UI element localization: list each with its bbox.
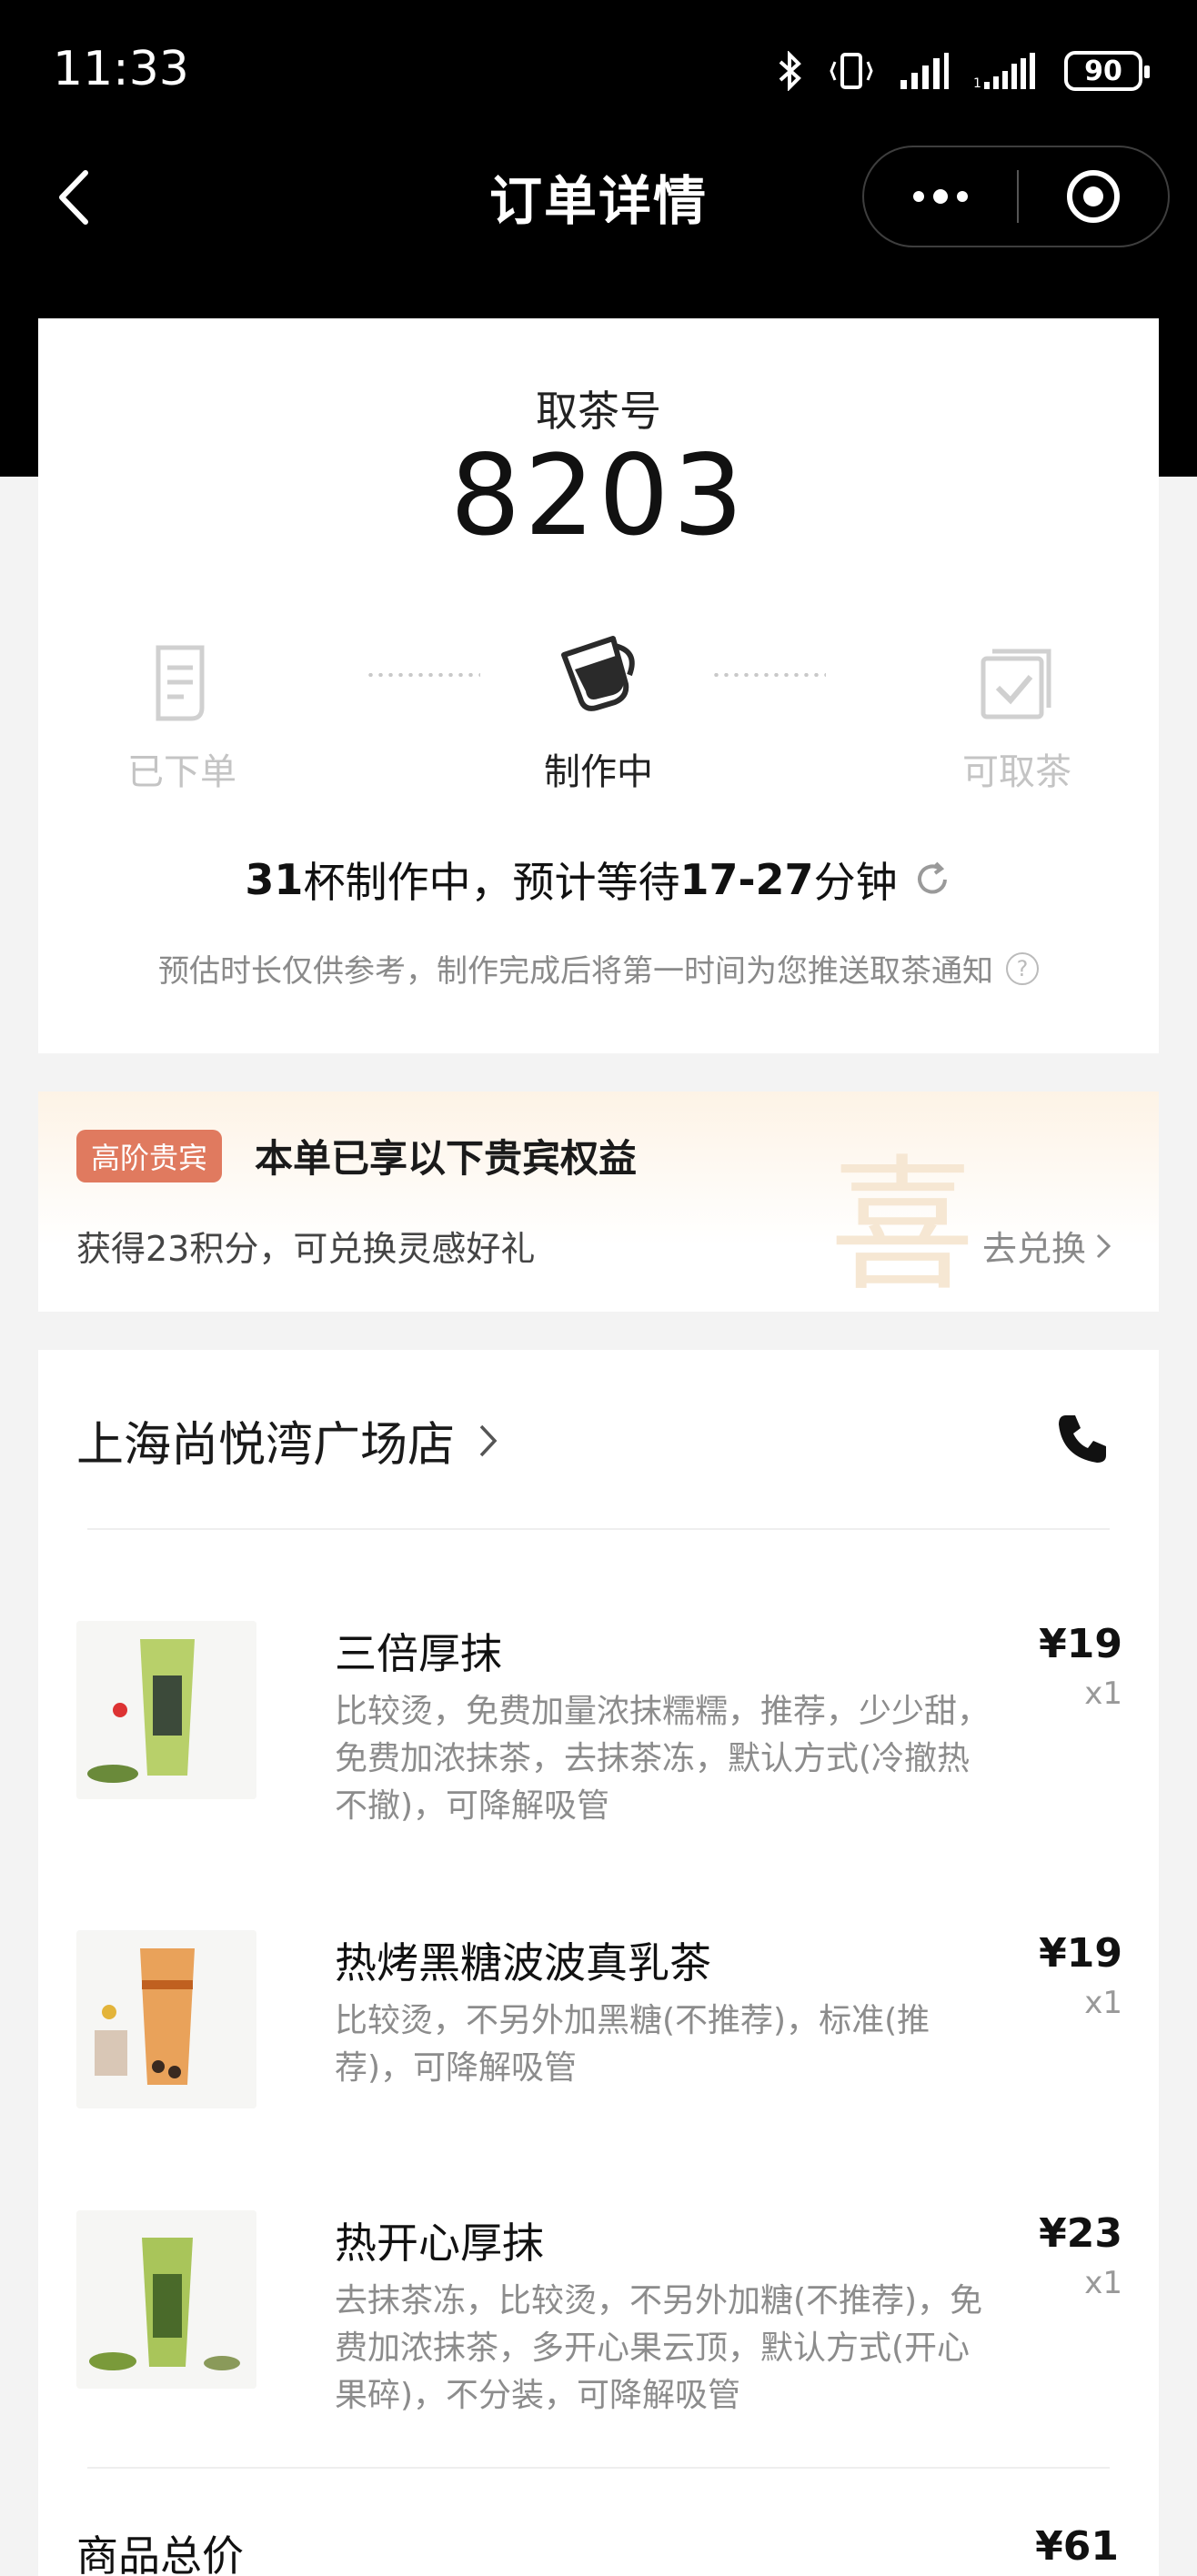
pickup-number: 8203 xyxy=(449,431,748,560)
step-ready: 可取茶 xyxy=(908,633,1126,795)
wait-unit: 分钟 xyxy=(813,858,898,907)
order-item: 热开心厚抹 去抹茶冻，比较烫，不另外加糖(不推荐)，免费加浓抹茶，多开心果云顶，… xyxy=(76,2210,1122,2429)
item-options: 比较烫，不另外加黑糖(不推荐)，标准(推荐)，可降解吸管 xyxy=(335,2002,930,2087)
redeem-label: 去兑换 xyxy=(981,1229,1086,1269)
step-connector xyxy=(711,673,826,677)
signal-icon xyxy=(900,53,949,89)
order-item: 热烤黑糖波波真乳茶 比较烫，不另外加黑糖(不推荐)，标准(推荐)，可降解吸管 ¥… xyxy=(76,1930,1122,2130)
step-label: 可取茶 xyxy=(962,751,1071,793)
help-icon[interactable]: ? xyxy=(1006,951,1039,985)
vip-points: 获得23积分，可兑换灵感好礼 xyxy=(76,1229,536,1269)
vibrate-icon xyxy=(830,53,873,89)
chevron-right-icon xyxy=(479,1424,498,1456)
item-options: 比较烫，免费加量浓抹糯糯，推荐，少少甜，免费加浓抹茶，去抹茶冻，默认方式(冷撤热… xyxy=(335,1693,991,1825)
nav-bar: 订单详情 xyxy=(0,146,1197,255)
dot-icon xyxy=(933,189,948,204)
step-connector xyxy=(366,673,480,677)
redeem-link[interactable]: 去兑换 xyxy=(982,1221,1113,1271)
total-price: ¥61 xyxy=(1035,2523,1119,2570)
step-label: 已下单 xyxy=(127,751,236,793)
bluetooth-icon xyxy=(779,51,801,91)
item-price: ¥19 xyxy=(1039,1930,1122,1977)
receipt-icon xyxy=(156,645,205,721)
product-image xyxy=(76,2210,256,2389)
target-icon xyxy=(1067,170,1120,223)
vip-card: 喜 高阶贵宾 本单已享以下贵宾权益 获得23积分，可兑换灵感好礼 去兑换 xyxy=(38,1092,1159,1312)
step-making: 制作中 xyxy=(489,633,708,795)
order-card: 上海尚悦湾广场店 三倍厚抹 比较烫，免费加量浓抹糯糯，推荐，少少甜，免费加浓抹茶… xyxy=(38,1350,1159,2576)
vip-badge: 高阶贵宾 xyxy=(76,1130,223,1182)
divider xyxy=(87,1528,1110,1530)
item-price: ¥23 xyxy=(1039,2210,1122,2257)
step-ordered: 已下单 xyxy=(73,633,291,795)
refresh-icon[interactable] xyxy=(912,860,952,900)
miniprogram-capsule xyxy=(862,146,1170,247)
wait-info: 31 杯制作中，预计等待 17-27 分钟 xyxy=(38,850,1159,910)
phone-icon[interactable] xyxy=(1053,1410,1112,1468)
more-button[interactable] xyxy=(864,147,1017,246)
cups-count: 31 xyxy=(245,855,304,904)
status-bar: 11:33 1 90 xyxy=(0,0,1197,146)
status-time: 11:33 xyxy=(53,42,189,96)
wait-range: 17-27 xyxy=(679,855,814,904)
item-name: 热开心厚抹 xyxy=(335,2219,544,2268)
battery-level: 90 xyxy=(1084,55,1122,87)
product-image xyxy=(76,1621,256,1799)
cups-suffix: 杯制作中，预计等待 xyxy=(303,858,680,907)
dot-icon xyxy=(957,191,968,202)
pickup-label: 取茶号 xyxy=(536,387,661,436)
item-qty: x1 xyxy=(1084,1985,1122,2021)
pitcher-icon xyxy=(561,636,635,711)
dot-icon xyxy=(913,191,924,202)
order-item: 三倍厚抹 比较烫，免费加量浓抹糯糯，推荐，少少甜，免费加浓抹茶，去抹茶冻，默认方… xyxy=(76,1621,1122,1839)
item-price: ¥19 xyxy=(1039,1621,1122,1667)
check-cup-icon xyxy=(981,649,1051,719)
divider xyxy=(87,2467,1110,2469)
store-name: 上海尚悦湾广场店 xyxy=(76,1418,456,1473)
wait-note: 预估时长仅供参考，制作完成后将第一时间为您推送取茶通知 ? xyxy=(38,946,1159,991)
note-text: 预估时长仅供参考，制作完成后将第一时间为您推送取茶通知 xyxy=(158,953,993,990)
pickup-card: 取茶号 8203 已下单 制作中 可取茶 31 杯制作中，预计等待 17-27 … xyxy=(38,318,1159,1053)
item-options: 去抹茶冻，比较烫，不另外加糖(不推荐)，免费加浓抹茶，多开心果云顶，默认方式(开… xyxy=(335,2282,983,2414)
item-qty: x1 xyxy=(1084,1675,1122,1712)
watermark-logo: 喜 xyxy=(830,1141,976,1311)
item-qty: x1 xyxy=(1084,2265,1122,2301)
close-miniprogram-button[interactable] xyxy=(1019,167,1168,226)
item-name: 三倍厚抹 xyxy=(335,1629,502,1678)
battery-indicator: 90 xyxy=(1064,51,1150,91)
svg-text:1: 1 xyxy=(973,76,981,91)
product-image xyxy=(76,1930,256,2108)
store-link[interactable]: 上海尚悦湾广场店 xyxy=(76,1406,500,1474)
status-icons: 1 90 xyxy=(777,47,1150,95)
chevron-right-icon xyxy=(1096,1233,1112,1258)
item-name: 热烤黑糖波波真乳茶 xyxy=(335,1938,711,1987)
signal-2-icon: 1 xyxy=(973,53,1035,91)
total-label: 商品总价 xyxy=(76,2531,244,2576)
vip-title: 本单已享以下贵宾权益 xyxy=(255,1136,638,1181)
step-label: 制作中 xyxy=(544,751,653,793)
